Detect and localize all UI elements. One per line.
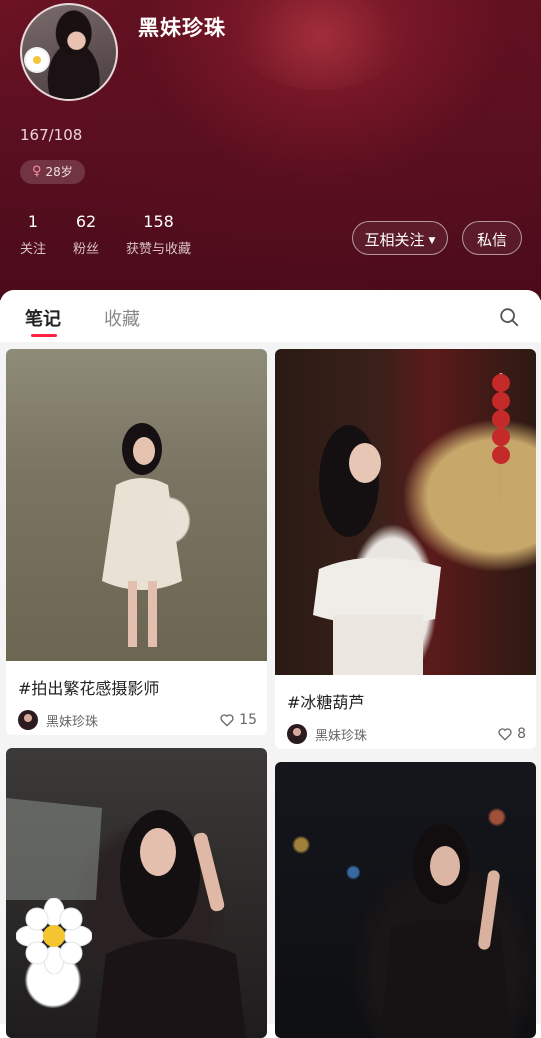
model-figure [381,824,511,1038]
username: 黑妹珍珠 [138,16,226,40]
stat-following[interactable]: 1 关注 [20,212,46,257]
age-text: 28岁 [45,165,73,179]
stat-likes-collects-count: 158 [143,212,174,231]
note-cover-image [6,748,267,1038]
female-icon: ♀ [32,164,42,179]
model-figure [313,425,441,675]
note-card[interactable]: #拍出繁花感摄影师 黑妹珍珠 15 [6,349,267,735]
like-count: 15 [239,712,257,728]
avatar[interactable] [20,3,118,101]
note-title: #拍出繁花感摄影师 [18,679,160,698]
notes-grid: #拍出繁花感摄影师 黑妹珍珠 15 #冰糖葫芦 黑妹珍珠 8 [0,342,541,1038]
stat-following-label: 关注 [20,242,47,257]
height-weight-info: 167/108 [20,126,83,144]
author-name[interactable]: 黑妹珍珠 [315,725,497,744]
model-figure [102,423,182,647]
tab-collections[interactable]: 收藏 [104,305,140,331]
candied-hawthorn-skewer [492,373,510,503]
like-count: 8 [517,726,526,742]
mutual-follow-button[interactable]: 互相关注 ▼ [352,221,448,255]
note-card[interactable] [6,748,267,1038]
note-card[interactable]: #冰糖葫芦 黑妹珍珠 8 [275,349,536,749]
note-cover-image [275,349,536,675]
stat-following-count: 1 [27,212,39,231]
note-meta: 黑妹珍珠 8 [287,723,526,745]
daisy-balloon [16,898,92,974]
note-title: #冰糖葫芦 [287,693,365,712]
heart-outline-icon[interactable] [219,712,235,728]
note-meta: 黑妹珍珠 15 [18,709,257,731]
age-badge: ♀ 28岁 [20,160,85,184]
model-figure [96,810,246,1038]
mutual-follow-label: 互相关注 [364,231,425,249]
profile-header: 黑妹珍珠 167/108 ♀ 28岁 1 关注 62 粉丝 158 获赞与收藏 … [0,0,541,300]
header-background-image [230,0,410,90]
stat-followers-label: 粉丝 [73,242,100,257]
stat-likes-collects-label: 获赞与收藏 [126,242,192,257]
tab-bar: 笔记 收藏 [0,290,541,342]
active-tab-indicator [31,334,57,337]
search-icon[interactable] [498,306,520,328]
profile-stats: 1 关注 62 粉丝 158 获赞与收藏 [20,212,218,257]
note-cover-image [275,762,536,1038]
stat-likes-collects[interactable]: 158 获赞与收藏 [126,212,191,257]
note-cover-image [6,349,267,661]
note-card[interactable] [275,762,536,1038]
caret-down-icon: ▼ [428,236,436,246]
author-name[interactable]: 黑妹珍珠 [46,711,219,730]
message-button[interactable]: 私信 [462,221,522,255]
content-panel: 笔记 收藏 #拍出繁花感摄影师 黑妹珍珠 15 #冰糖葫芦 黑妹珍珠 8 [0,290,541,1038]
stat-followers-count: 62 [75,212,97,231]
heart-outline-icon[interactable] [497,726,513,742]
author-avatar[interactable] [18,710,38,730]
flower-decoration [26,49,48,71]
tab-notes[interactable]: 笔记 [25,305,61,331]
author-avatar[interactable] [287,724,307,744]
stat-followers[interactable]: 62 粉丝 [73,212,99,257]
